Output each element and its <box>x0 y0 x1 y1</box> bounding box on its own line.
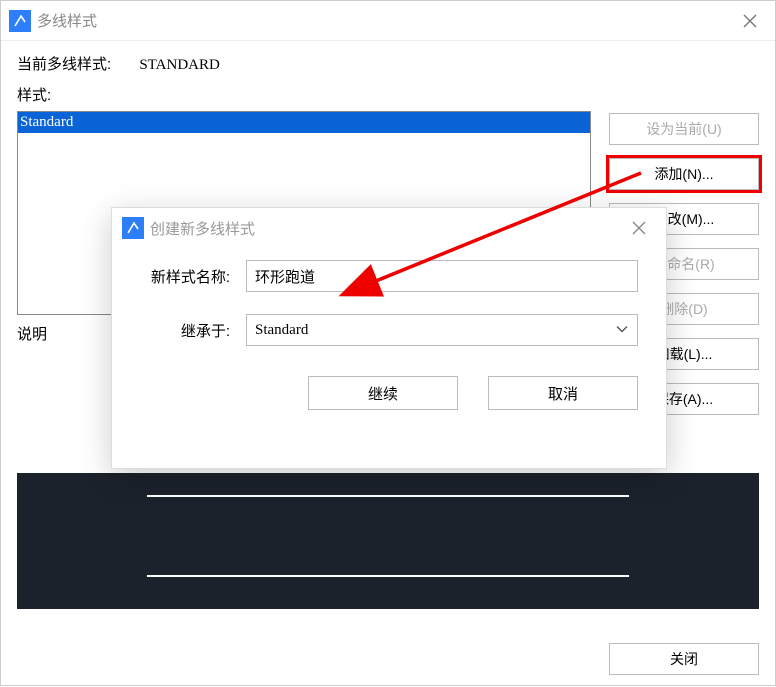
add-button[interactable]: 添加(N)... <box>609 158 759 190</box>
app-icon <box>122 217 144 239</box>
new-name-input[interactable] <box>246 260 638 292</box>
continue-button[interactable]: 继续 <box>308 376 458 410</box>
styles-label: 样式: <box>17 84 759 105</box>
current-style-row: 当前多线样式: STANDARD <box>17 53 759 74</box>
app-icon <box>9 10 31 32</box>
inner-titlebar: 创建新多线样式 <box>112 208 666 248</box>
main-title: 多线样式 <box>37 10 97 31</box>
inherit-select[interactable]: Standard <box>246 314 638 346</box>
list-item[interactable]: Standard <box>18 112 590 133</box>
main-titlebar: 多线样式 <box>1 1 775 41</box>
new-name-label: 新样式名称: <box>140 266 246 287</box>
close-icon[interactable] <box>622 211 656 245</box>
inner-body: 新样式名称: 继承于: Standard <box>112 248 666 346</box>
new-name-row: 新样式名称: <box>140 260 638 292</box>
current-style-label: 当前多线样式: <box>17 53 111 74</box>
close-button[interactable]: 关闭 <box>609 643 759 675</box>
inherit-row: 继承于: Standard <box>140 314 638 346</box>
close-icon[interactable] <box>733 4 767 38</box>
inner-title: 创建新多线样式 <box>150 218 255 239</box>
inner-footer: 继续 取消 <box>112 368 666 410</box>
chevron-down-icon <box>616 323 628 338</box>
inherit-label: 继承于: <box>140 320 246 341</box>
main-footer: 关闭 <box>1 643 775 675</box>
create-style-dialog: 创建新多线样式 新样式名称: 继承于: Standard 继续 <box>111 207 667 469</box>
cancel-button[interactable]: 取消 <box>488 376 638 410</box>
inherit-value: Standard <box>255 322 308 339</box>
preview-panel <box>17 473 759 609</box>
current-style-value: STANDARD <box>139 57 219 73</box>
set-current-button[interactable]: 设为当前(U) <box>609 113 759 145</box>
